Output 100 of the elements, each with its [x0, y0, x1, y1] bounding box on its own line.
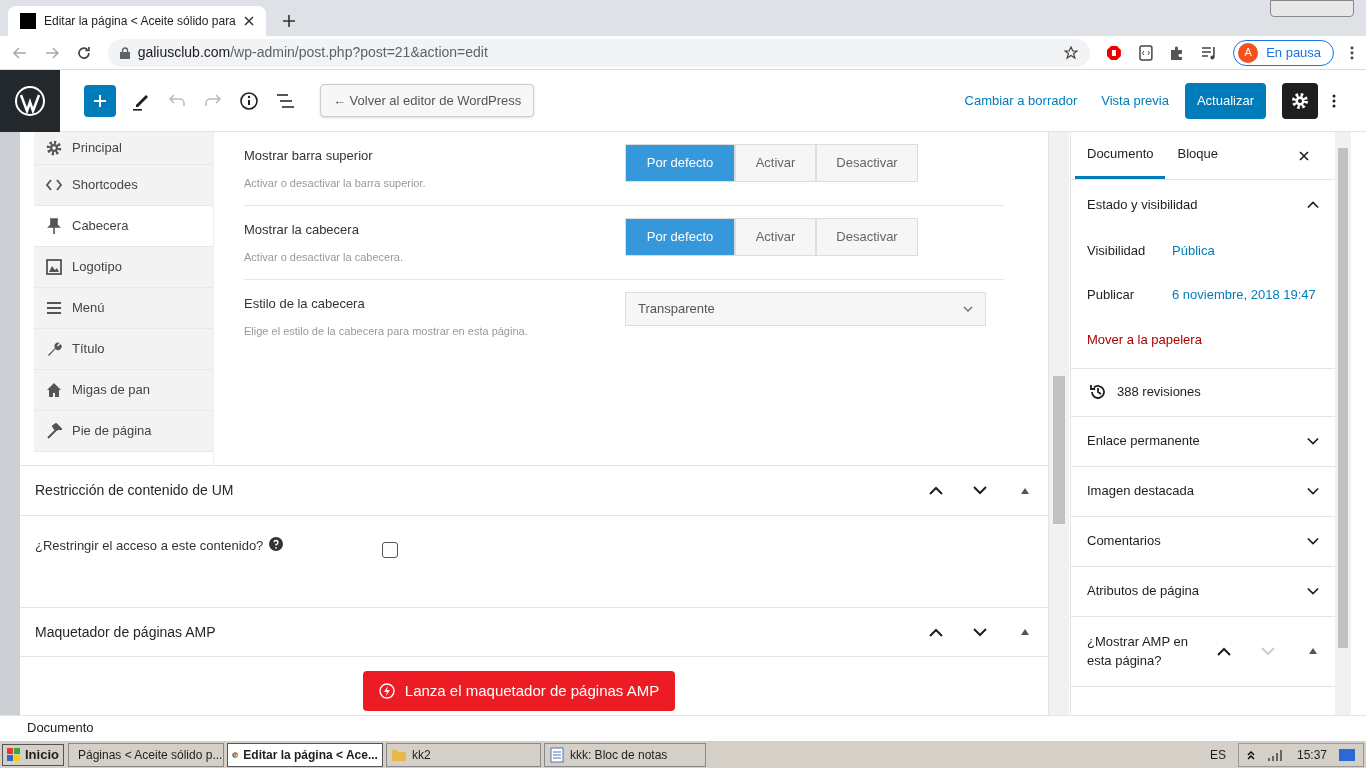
panel-header[interactable]: Comentarios	[1071, 516, 1335, 566]
chevron-up-icon[interactable]	[1217, 646, 1231, 656]
start-button[interactable]: Inicio	[2, 743, 64, 766]
settings-nav-item[interactable]: Título	[34, 329, 213, 370]
launch-builder-button[interactable]: Lanza el maquetador de páginas AMP	[362, 671, 676, 711]
settings-nav-item[interactable]: Principal	[34, 132, 213, 165]
settings-nav-item[interactable]: Logotipo	[34, 247, 213, 288]
chevron-up-icon[interactable]	[929, 627, 943, 637]
reload-icon[interactable]	[75, 44, 92, 61]
close-icon[interactable]	[243, 16, 254, 26]
clock[interactable]: 15:37	[1296, 745, 1327, 764]
add-block-button[interactable]	[84, 84, 116, 117]
plus-icon	[93, 93, 107, 108]
url-text: galiusclub.com/wp-admin/post.php?post=21&action=edit	[137, 43, 489, 62]
update-button[interactable]: Actualizar	[1184, 82, 1266, 119]
setting-label: Mostrar barra superior	[244, 147, 374, 165]
wrench-icon	[46, 341, 62, 357]
taskbar-item[interactable]: Páginas < Aceite sólido p...	[67, 742, 224, 767]
info-icon[interactable]	[240, 91, 258, 110]
window-controls[interactable]	[1270, 0, 1354, 17]
notepad-icon	[548, 746, 565, 763]
signal-icon[interactable]	[1266, 748, 1285, 761]
more-icon[interactable]	[1350, 44, 1355, 61]
desktop-icon[interactable]	[1339, 747, 1355, 762]
triangle-up-icon[interactable]	[1309, 648, 1317, 654]
field-label: Publicar	[1087, 286, 1135, 305]
setting-description: Activar o desactivar la cabecera.	[244, 249, 404, 265]
settings-button[interactable]	[1282, 82, 1318, 119]
setting-description: Elige el estilo de la cabecera para mostrar en esta página.	[244, 323, 529, 339]
triangle-up-icon[interactable]	[1021, 487, 1029, 494]
panel-header[interactable]: Imagen destacada	[1071, 466, 1335, 516]
chevron-down-icon[interactable]	[973, 627, 987, 637]
toggle-option[interactable]: Desactivar	[816, 144, 918, 182]
script-icon[interactable]	[1137, 44, 1154, 61]
stop-sign-icon[interactable]	[1105, 44, 1122, 61]
code-icon	[46, 177, 62, 193]
taskbar-item[interactable]: kk2	[385, 742, 541, 767]
back-to-editor-button[interactable]: ← Volver al editor de WordPress	[320, 84, 535, 117]
lightning-icon	[378, 683, 395, 699]
settings-nav-item[interactable]: Menú	[34, 288, 213, 329]
chevron-down-icon[interactable]	[973, 486, 987, 495]
more-icon[interactable]	[1332, 92, 1336, 109]
toggle-option[interactable]: Activar	[735, 144, 816, 182]
address-bar[interactable]: galiusclub.com/wp-admin/post.php?post=21&action=edit	[107, 38, 1090, 67]
star-icon[interactable]	[1063, 45, 1078, 60]
field-label: Visibilidad	[1087, 242, 1147, 261]
windows-logo-icon	[7, 747, 21, 762]
metabox-title: ¿Mostrar AMP en esta página?	[1087, 633, 1189, 670]
field-value-link[interactable]: 6 noviembre, 2018 19:47	[1172, 285, 1316, 305]
trash-link[interactable]: Mover a la papelera	[1087, 330, 1319, 350]
new-tab-icon[interactable]	[281, 14, 296, 28]
site-favicon	[20, 13, 36, 29]
toggle-option[interactable]: Activar	[735, 218, 816, 256]
field-value-link[interactable]: Pública	[1172, 241, 1215, 261]
chevron-up-icon[interactable]	[1246, 749, 1255, 760]
panel-header[interactable]: Estado y visibilidad	[1071, 180, 1335, 229]
setting-description: Activar o desactivar la barra superior.	[244, 175, 427, 191]
triangle-up-icon[interactable]	[1021, 629, 1029, 635]
lock-icon	[119, 46, 130, 59]
hammer-icon	[46, 423, 62, 439]
history-icon	[1089, 383, 1107, 401]
profile-status: En pausa	[1266, 43, 1322, 62]
scrollbar-thumb[interactable]	[1338, 148, 1348, 648]
header-link[interactable]: Cambiar a borrador	[964, 90, 1078, 111]
settings-icon	[1291, 91, 1309, 110]
language-indicator[interactable]: ES	[1209, 745, 1226, 764]
panel-header[interactable]: Atributos de página	[1071, 566, 1335, 616]
panel-header[interactable]: Enlace permanente	[1071, 416, 1335, 466]
house-icon	[46, 382, 62, 398]
menu-icon	[46, 300, 62, 316]
wordpress-logo[interactable]	[0, 69, 60, 132]
close-icon[interactable]	[1299, 150, 1309, 161]
list-view-icon[interactable]	[276, 93, 294, 108]
status-bar-text: Documento	[27, 719, 94, 738]
browser-tab[interactable]: Editar la página < Aceite sólido para	[8, 6, 266, 36]
image-icon	[46, 259, 62, 275]
settings-nav-item[interactable]: Shortcodes	[34, 165, 213, 206]
scrollbar-thumb[interactable]	[1053, 376, 1065, 524]
metabox-title: Maquetador de páginas AMP	[35, 622, 217, 642]
tab-title: Editar la página < Aceite sólido para	[44, 13, 236, 30]
toggle-option[interactable]: Desactivar	[816, 218, 918, 256]
settings-nav-item[interactable]: Migas de pan	[34, 370, 213, 411]
setting-label: Mostrar la cabecera	[244, 221, 360, 239]
checkbox[interactable]	[382, 542, 399, 558]
taskbar-item[interactable]: kkk: Bloc de notas	[543, 742, 706, 767]
taskbar-item[interactable]: Editar la página < Ace...	[226, 742, 383, 767]
avatar: A	[1238, 42, 1259, 63]
playlist-icon[interactable]	[1201, 44, 1218, 61]
help-icon[interactable]	[269, 537, 284, 551]
chevron-up-icon[interactable]	[929, 486, 943, 495]
pin-icon	[46, 218, 62, 234]
sidebar-tab[interactable]: Bloque	[1165, 132, 1230, 179]
field-label: ¿Restringir el acceso a este contenido?	[35, 537, 264, 555]
settings-nav-item[interactable]: Pie de página	[34, 411, 213, 452]
setting-label: Estilo de la cabecera	[244, 295, 366, 313]
select-field[interactable]: Transparente	[625, 292, 986, 326]
sidebar-tab[interactable]: Documento	[1075, 132, 1166, 179]
header-link[interactable]: Vista previa	[1101, 90, 1169, 111]
metabox-title: Restricción de contenido de UM	[35, 481, 235, 500]
chevron-down-icon	[963, 306, 973, 312]
